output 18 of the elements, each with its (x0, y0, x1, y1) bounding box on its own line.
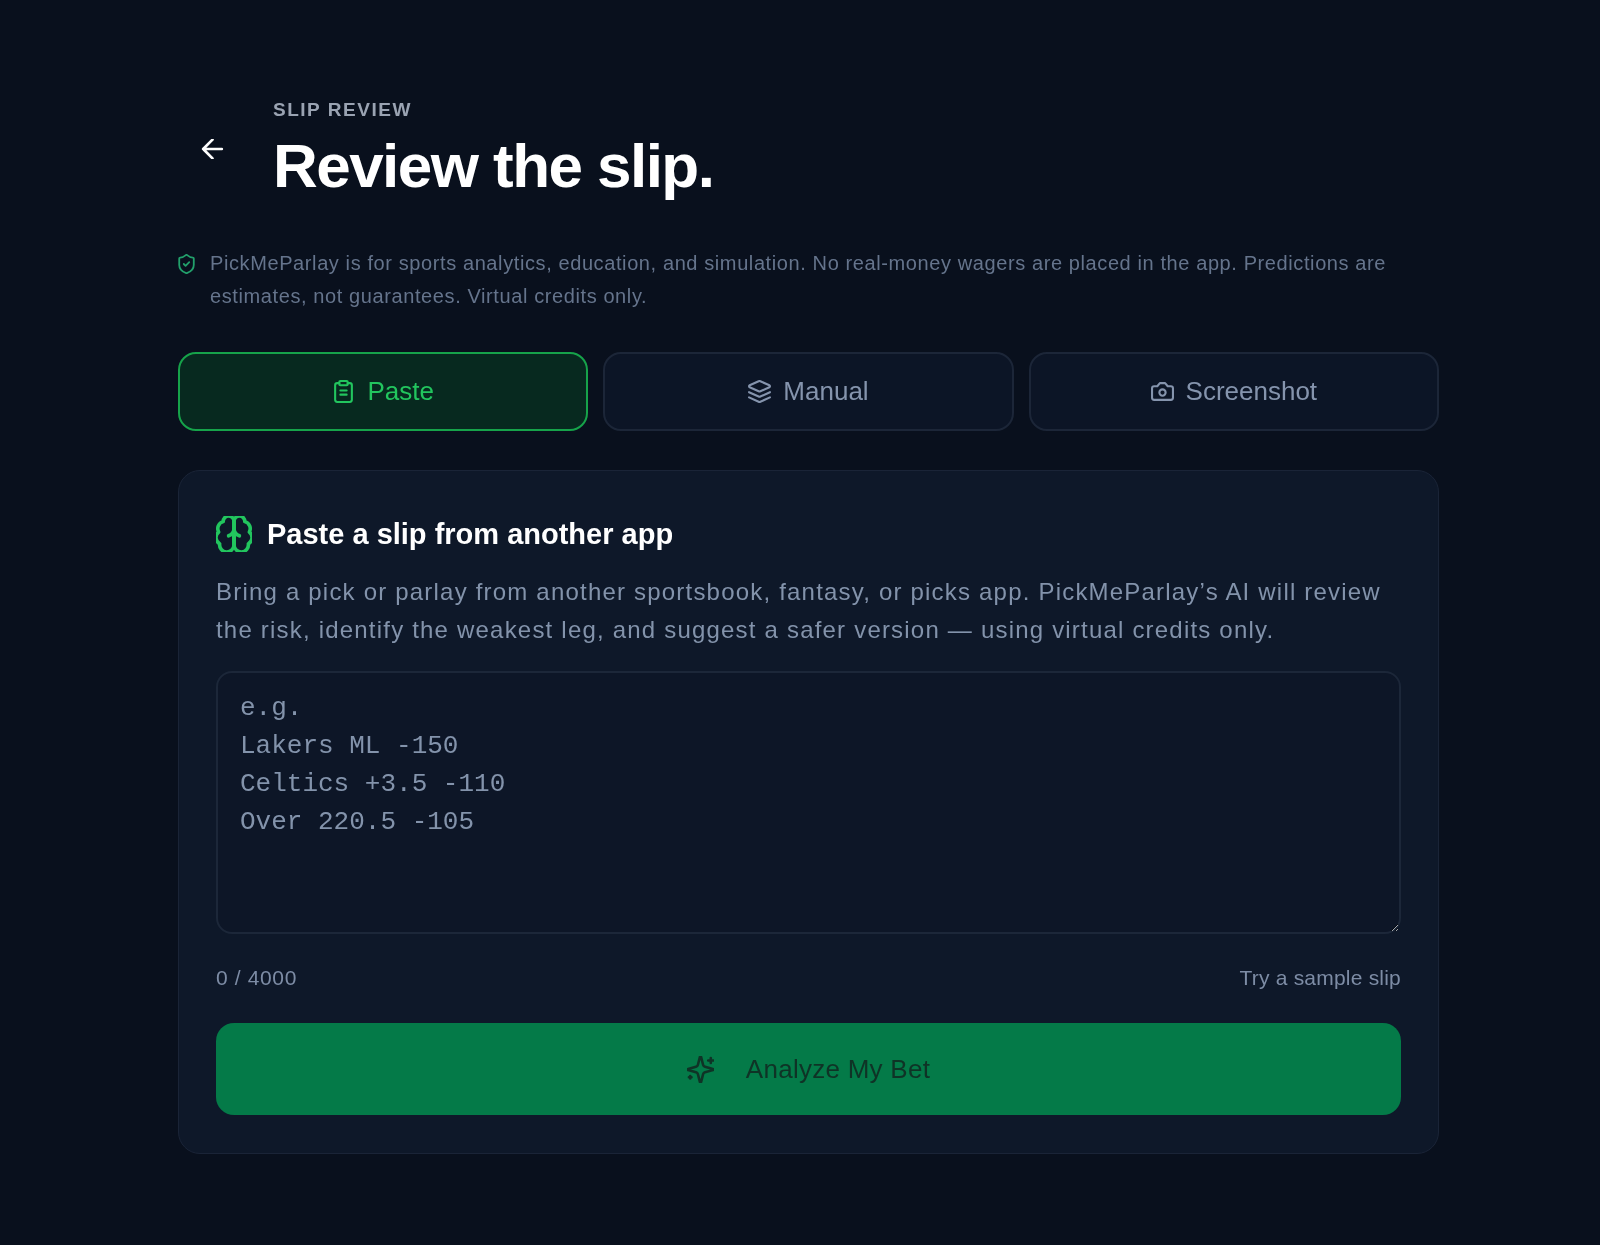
shield-check-icon (178, 254, 195, 274)
mode-tab[interactable]: Paste (178, 352, 589, 431)
panel-title: Paste a slip from another app (267, 517, 674, 552)
sample-slip-link[interactable]: Try a sample slip (1239, 963, 1401, 993)
brain-icon (216, 516, 252, 552)
disclaimer-text: PickMeParlay is for sports analytics, education, and simulation. No real-money wagers are placed in the app. Predictions are estimates, not guarantees. Virtual credits only. (210, 251, 1388, 309)
page-title: Review the slip. (273, 134, 714, 198)
panel-description: Bring a pick or parlay from another sportsbook, fantasy, or picks app. PickMeParlay’s AI will review the risk, identify the weakest leg, and suggest a safer version — using virtual credits only. (216, 577, 1381, 645)
mode-tab[interactable]: Screenshot (1028, 352, 1439, 431)
camera-icon (1150, 380, 1174, 403)
layers-icon (748, 380, 772, 403)
page-eyebrow: SLIP REVIEW (273, 100, 412, 120)
character-count: 0 / 4000 (216, 965, 297, 991)
clipboard-icon (332, 380, 356, 403)
mode-tab[interactable]: Manual (603, 352, 1014, 431)
slip-input-field[interactable]: e.g. Lakers ML -150 Celtics +3.5 -110 Over 220.5 -105 (216, 671, 1401, 934)
sparkles-icon (686, 1055, 714, 1083)
back-arrow-icon[interactable] (201, 139, 224, 159)
